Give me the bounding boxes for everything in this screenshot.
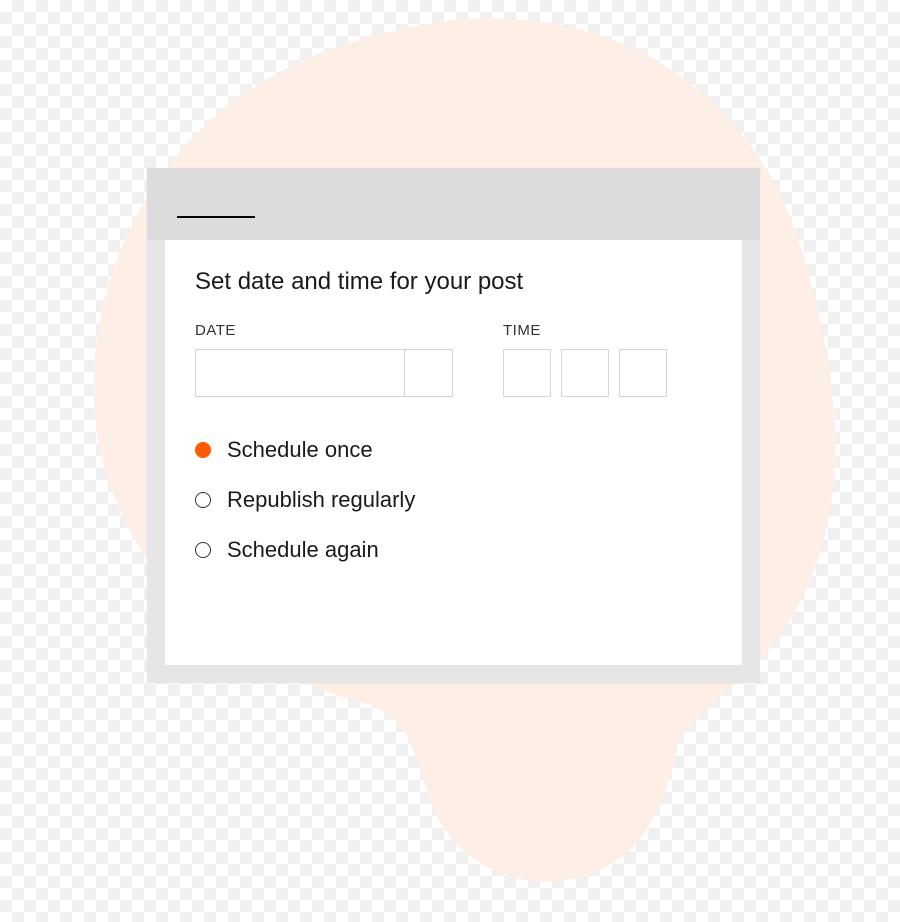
time-label: TIME bbox=[503, 322, 667, 339]
dialog-heading: Set date and time for your post bbox=[195, 268, 712, 296]
time-input-2[interactable] bbox=[561, 349, 609, 397]
date-field-group: DATE bbox=[195, 322, 453, 397]
radio-label: Republish regularly bbox=[227, 487, 415, 513]
dialog-content: Set date and time for your post DATE TIM… bbox=[165, 240, 742, 665]
time-input-3[interactable] bbox=[619, 349, 667, 397]
radio-indicator bbox=[195, 542, 211, 558]
time-field-group: TIME bbox=[503, 322, 667, 397]
radio-schedule-once[interactable]: Schedule once bbox=[195, 437, 712, 463]
radio-indicator bbox=[195, 492, 211, 508]
window-titlebar bbox=[147, 168, 760, 240]
date-label: DATE bbox=[195, 322, 453, 339]
time-input-row bbox=[503, 349, 667, 397]
date-input-row bbox=[195, 349, 453, 397]
radio-label: Schedule again bbox=[227, 537, 379, 563]
datetime-fields: DATE TIME bbox=[195, 322, 712, 397]
date-input[interactable] bbox=[195, 349, 405, 397]
radio-label: Schedule once bbox=[227, 437, 373, 463]
radio-republish-regularly[interactable]: Republish regularly bbox=[195, 487, 712, 513]
titlebar-decoration bbox=[177, 216, 255, 218]
schedule-dialog-window: Set date and time for your post DATE TIM… bbox=[147, 168, 760, 683]
time-input-1[interactable] bbox=[503, 349, 551, 397]
radio-schedule-again[interactable]: Schedule again bbox=[195, 537, 712, 563]
date-picker-button[interactable] bbox=[405, 349, 453, 397]
schedule-options-list: Schedule once Republish regularly Schedu… bbox=[195, 437, 712, 563]
radio-indicator-selected bbox=[195, 442, 211, 458]
